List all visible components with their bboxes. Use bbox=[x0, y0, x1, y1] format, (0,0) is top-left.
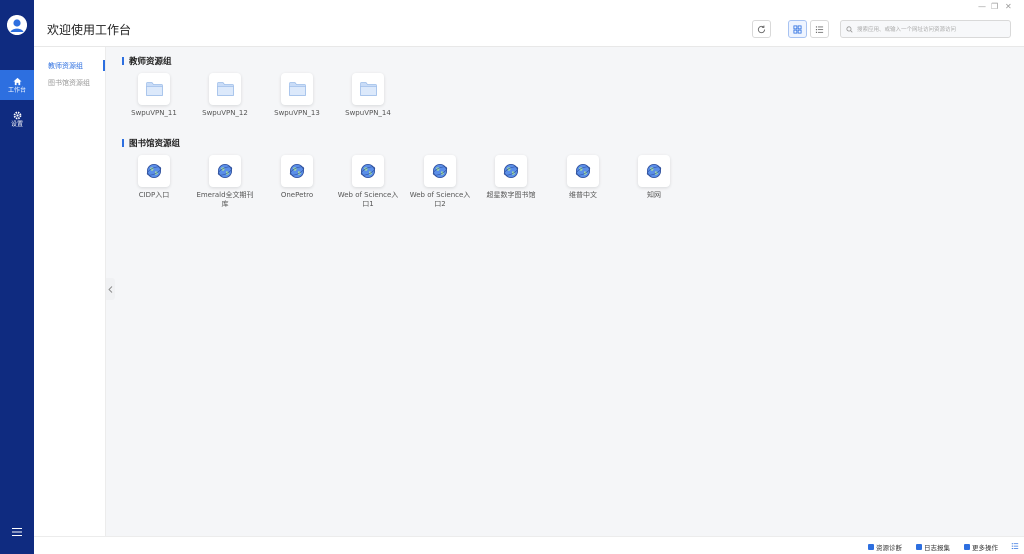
app-tile[interactable]: SwpuVPN_11 bbox=[124, 73, 184, 118]
tile-label: SwpuVPN_12 bbox=[202, 109, 248, 117]
app-tile[interactable]: Emerald全文期刊库 bbox=[195, 155, 255, 209]
close-icon[interactable]: ✕ bbox=[1005, 2, 1012, 11]
tile-label: 超星数字图书馆 bbox=[486, 191, 536, 199]
collapse-handle[interactable] bbox=[106, 278, 115, 300]
tile-label: SwpuVPN_14 bbox=[345, 109, 391, 117]
section-title-library: 图书馆资源组 bbox=[122, 137, 180, 149]
globe-icon bbox=[646, 164, 662, 178]
footer-label: 更多操作 bbox=[972, 544, 998, 552]
section-title-text: 图书馆资源组 bbox=[129, 139, 181, 149]
tile-icon-box bbox=[138, 155, 170, 187]
tile-icon-box bbox=[209, 73, 241, 105]
tile-label: 维普中文 bbox=[569, 191, 597, 199]
more-icon bbox=[964, 544, 970, 550]
minimize-icon[interactable]: — bbox=[978, 2, 986, 11]
gear-icon bbox=[13, 111, 21, 119]
app-tile[interactable]: SwpuVPN_12 bbox=[195, 73, 255, 118]
avatar[interactable] bbox=[7, 15, 27, 35]
section-title-text: 教师资源组 bbox=[129, 57, 172, 67]
chevron-left-icon bbox=[108, 285, 113, 293]
folder-icon bbox=[216, 82, 234, 96]
home-icon bbox=[12, 77, 22, 85]
section-marker bbox=[122, 57, 124, 65]
menu-icon[interactable] bbox=[11, 527, 23, 537]
globe-icon bbox=[432, 164, 448, 178]
globe-icon bbox=[146, 164, 162, 178]
restore-icon[interactable]: ❐ bbox=[991, 2, 998, 11]
app-tile[interactable]: Web of Science入口2 bbox=[410, 155, 470, 209]
list-view-button[interactable] bbox=[810, 20, 829, 38]
user-avatar-icon bbox=[7, 15, 27, 35]
tile-label: 知网 bbox=[647, 191, 661, 199]
subnav-item-teacher[interactable]: 教师资源组 bbox=[48, 61, 83, 71]
tile-label: Web of Science入口2 bbox=[409, 191, 471, 208]
app-tile[interactable]: CIDP入口 bbox=[124, 155, 184, 200]
list-toggle-icon[interactable] bbox=[1011, 542, 1019, 550]
grid-icon bbox=[793, 24, 802, 34]
header: 欢迎使用工作台 — ❐ ✕ 搜索应用、或输入一个网址访问资源访问 bbox=[34, 0, 1024, 47]
globe-icon bbox=[217, 164, 233, 178]
search-icon bbox=[846, 25, 853, 33]
diagnose-icon bbox=[868, 544, 874, 550]
refresh-button[interactable] bbox=[752, 20, 771, 38]
more-actions-button[interactable]: 更多操作 bbox=[964, 542, 998, 552]
app-tile[interactable]: SwpuVPN_14 bbox=[338, 73, 398, 118]
folder-icon bbox=[288, 82, 306, 96]
tile-label: CIDP入口 bbox=[138, 191, 170, 199]
resource-group-nav: 教师资源组 图书馆资源组 bbox=[34, 47, 106, 536]
globe-icon bbox=[503, 164, 519, 178]
app-tile[interactable]: 知网 bbox=[624, 155, 684, 200]
rail-item-label: 工作台 bbox=[7, 86, 26, 94]
tile-icon-box bbox=[495, 155, 527, 187]
rail-item-settings[interactable]: 设置 bbox=[0, 104, 34, 134]
tile-icon-box bbox=[138, 73, 170, 105]
page-title: 欢迎使用工作台 bbox=[47, 23, 132, 37]
globe-icon bbox=[289, 164, 305, 178]
grid-view-button[interactable] bbox=[788, 20, 807, 38]
tile-icon-box bbox=[281, 155, 313, 187]
active-indicator bbox=[103, 60, 105, 71]
app-tile[interactable]: SwpuVPN_13 bbox=[267, 73, 327, 118]
rail-item-workbench[interactable]: 工作台 bbox=[0, 70, 34, 100]
globe-icon bbox=[360, 164, 376, 178]
section-marker bbox=[122, 139, 124, 147]
folder-icon bbox=[359, 82, 377, 96]
app-tile[interactable]: 维普中文 bbox=[553, 155, 613, 200]
app-tile[interactable]: 超星数字图书馆 bbox=[481, 155, 541, 200]
tile-label: SwpuVPN_13 bbox=[274, 109, 320, 117]
subnav-item-library[interactable]: 图书馆资源组 bbox=[48, 78, 90, 88]
refresh-icon bbox=[757, 24, 766, 33]
tile-icon-box bbox=[567, 155, 599, 187]
tile-icon-box bbox=[352, 73, 384, 105]
app-tile[interactable]: Web of Science入口1 bbox=[338, 155, 398, 209]
tile-label: Emerald全文期刊库 bbox=[196, 191, 254, 208]
tile-icon-box bbox=[352, 155, 384, 187]
footer-label: 日志报集 bbox=[924, 544, 950, 552]
rail-item-label: 设置 bbox=[10, 120, 23, 128]
footer-label: 资源诊断 bbox=[876, 544, 902, 552]
tile-label: Web of Science入口1 bbox=[337, 191, 399, 208]
search-placeholder: 搜索应用、或输入一个网址访问资源访问 bbox=[857, 27, 957, 33]
tile-icon-box bbox=[424, 155, 456, 187]
tile-icon-box bbox=[638, 155, 670, 187]
section-title-teacher: 教师资源组 bbox=[122, 55, 172, 67]
tile-label: SwpuVPN_11 bbox=[131, 109, 177, 117]
search-input[interactable]: 搜索应用、或输入一个网址访问资源访问 bbox=[840, 20, 1011, 38]
folder-icon bbox=[145, 82, 163, 96]
left-rail: 工作台 设置 bbox=[0, 0, 34, 554]
tile-icon-box bbox=[209, 155, 241, 187]
app-tile[interactable]: OnePetro bbox=[267, 155, 327, 200]
status-bar: 资源诊断 日志报集 更多操作 bbox=[34, 536, 1024, 554]
tile-label: OnePetro bbox=[280, 191, 314, 199]
resource-diagnose-button[interactable]: 资源诊断 bbox=[868, 542, 902, 552]
tile-icon-box bbox=[281, 73, 313, 105]
list-icon bbox=[815, 25, 824, 33]
log-icon bbox=[916, 544, 922, 550]
globe-icon bbox=[575, 164, 591, 178]
log-report-button[interactable]: 日志报集 bbox=[916, 542, 950, 552]
